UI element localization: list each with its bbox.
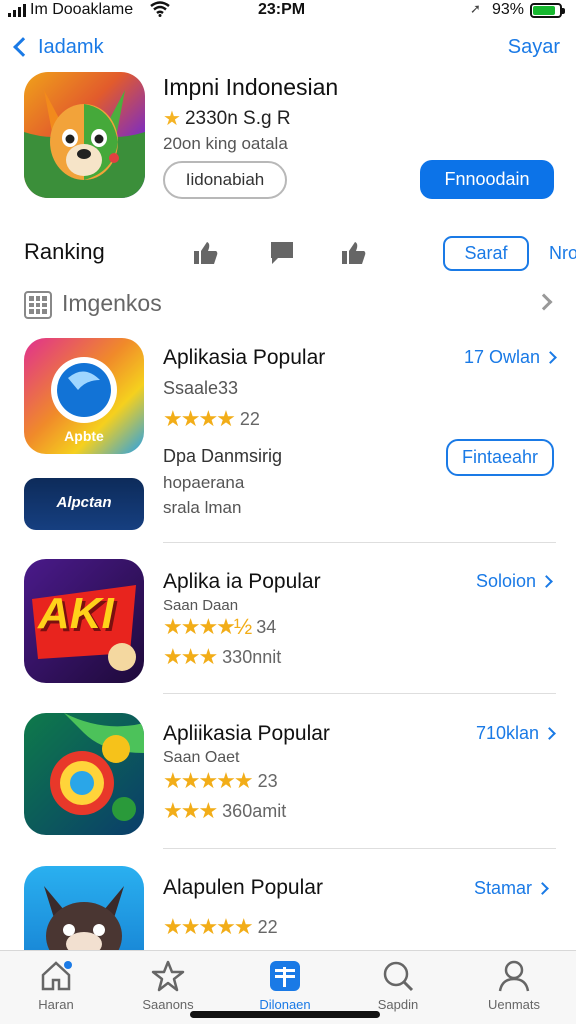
- rating-count: 23: [257, 770, 278, 791]
- rating-stars: ★★★: [163, 798, 218, 823]
- app-title: Alapulen Popular: [163, 876, 323, 899]
- banner-image[interactable]: Alpctan: [24, 478, 144, 530]
- thumbs-up-icon[interactable]: [192, 240, 220, 266]
- carrier-label: Im Dooaklame: [30, 1, 134, 18]
- app-title: Aplikasia Popular: [163, 346, 326, 369]
- app-link-label: Soloion: [476, 571, 537, 591]
- tab-home[interactable]: Haran: [8, 959, 104, 1012]
- app-subtitle: Saan Daan: [163, 597, 239, 614]
- location-icon: ➚: [470, 1, 481, 16]
- app-subtitle: Saan Oaet: [163, 749, 240, 766]
- app-link-label: 710klan: [476, 723, 540, 743]
- chevron-right-icon: [536, 882, 549, 895]
- app-icon[interactable]: [24, 866, 144, 950]
- banner-label: Alpctan: [56, 494, 112, 511]
- tab-label: Saanons: [142, 997, 194, 1012]
- app-rating: ★★★★ 22: [163, 406, 260, 432]
- app-desc-line: srala lman: [163, 498, 242, 517]
- star-icon: [151, 960, 185, 992]
- chevron-left-icon: [13, 37, 33, 57]
- app-desc-title: Dpa Danmsirig: [163, 446, 283, 466]
- tab-search[interactable]: Sapdin: [350, 959, 446, 1012]
- signal-icon: [8, 4, 26, 17]
- rating-count: 22: [257, 916, 278, 937]
- section-title: Imgenkos: [62, 290, 162, 316]
- divider: [163, 693, 556, 694]
- app-title: Aplika ia Popular: [163, 570, 321, 593]
- app-rating-secondary: ★★★ 330nnit: [163, 644, 281, 670]
- app-rating-secondary: ★★★ 360amit: [163, 798, 286, 824]
- tab-label: Dilonaen: [259, 997, 311, 1012]
- clock: 23:PM: [258, 1, 306, 18]
- app-title: Apliikasia Popular: [163, 722, 330, 745]
- apps-icon: [270, 961, 300, 991]
- chevron-right-icon[interactable]: [535, 293, 553, 311]
- person-icon: [498, 960, 530, 992]
- search-icon: [383, 961, 414, 992]
- app-icon-label: AKI: [38, 589, 114, 638]
- featured-app-icon[interactable]: [24, 72, 145, 198]
- featured-rating: ★ 2330n S.g R: [163, 106, 291, 131]
- ranking-label: Ranking: [24, 239, 105, 264]
- message-icon[interactable]: [268, 240, 296, 266]
- app-action-button[interactable]: Fintaeahr: [446, 439, 554, 476]
- rating-stars: ★★★: [163, 644, 218, 669]
- tab-profile[interactable]: Uenmats: [466, 959, 562, 1012]
- app-icon[interactable]: Apbte: [24, 338, 144, 454]
- chevron-right-icon: [544, 351, 557, 364]
- tab-label: Uenmats: [487, 997, 541, 1012]
- featured-primary-button[interactable]: Fnnoodain: [420, 160, 554, 199]
- divider: [163, 848, 556, 849]
- app-rating: ★★★★★ 23: [163, 768, 278, 794]
- ranking-more-link[interactable]: Nro: [549, 243, 576, 264]
- nav-right-button[interactable]: Sayar: [508, 36, 560, 59]
- tab-label: Sapdin: [377, 997, 419, 1012]
- rating-stars: ★★★★½: [163, 614, 252, 639]
- rating-count: 330nnit: [222, 646, 282, 667]
- app-link-label: Stamar: [474, 878, 533, 898]
- back-label: Iadamk: [38, 35, 104, 58]
- app-rating: ★★★★½ 34: [163, 614, 276, 640]
- tab-label: Haran: [38, 997, 74, 1012]
- featured-subtitle: 20on king oatala: [163, 134, 288, 153]
- home-icon: [41, 961, 72, 991]
- app-subtitle: Ssaale33: [163, 378, 239, 398]
- home-indicator: [190, 1011, 380, 1018]
- ranking-filter-pill[interactable]: Saraf: [443, 236, 529, 271]
- chevron-right-icon: [540, 575, 553, 588]
- tab-stars[interactable]: Saanons: [120, 959, 216, 1012]
- back-button[interactable]: Iadamk: [10, 32, 104, 62]
- app-link-label: 17 Owlan: [464, 347, 541, 367]
- rating-count: 34: [256, 616, 277, 637]
- app-rating: ★★★★★ 22: [163, 914, 278, 940]
- app-link[interactable]: Stamar: [474, 878, 549, 899]
- battery-percent: 93%: [492, 1, 525, 18]
- grid-icon: [24, 291, 52, 319]
- rating-stars: ★★★★★: [163, 768, 254, 793]
- app-link[interactable]: 710klan: [476, 723, 556, 744]
- rating-stars: ★★★★: [163, 406, 236, 431]
- featured-app-title: Impni Indonesian: [163, 74, 339, 100]
- tab-apps[interactable]: Dilonaen: [237, 959, 333, 1012]
- app-icon-label: Apbte: [64, 428, 104, 444]
- battery-icon: [530, 3, 565, 18]
- thumbs-icon[interactable]: [340, 240, 368, 266]
- app-desc-line: hopaerana: [163, 473, 245, 492]
- featured-rating-text: 2330n S.g R: [184, 107, 291, 129]
- status-bar: Im Dooaklame 23:PM ➚ 93%: [0, 0, 576, 24]
- chevron-right-icon: [543, 727, 556, 740]
- divider: [163, 542, 556, 543]
- rating-stars: ★★★★★: [163, 914, 254, 939]
- star-icon: ★: [163, 108, 181, 130]
- app-link[interactable]: Soloion: [476, 571, 553, 592]
- featured-secondary-button[interactable]: Iidonabiah: [163, 161, 287, 199]
- app-icon[interactable]: AKI: [24, 559, 144, 683]
- rating-count: 22: [239, 408, 260, 429]
- rating-count: 360amit: [222, 800, 287, 821]
- app-icon[interactable]: [24, 713, 144, 835]
- app-link[interactable]: 17 Owlan: [464, 347, 557, 368]
- wifi-icon: [150, 1, 170, 21]
